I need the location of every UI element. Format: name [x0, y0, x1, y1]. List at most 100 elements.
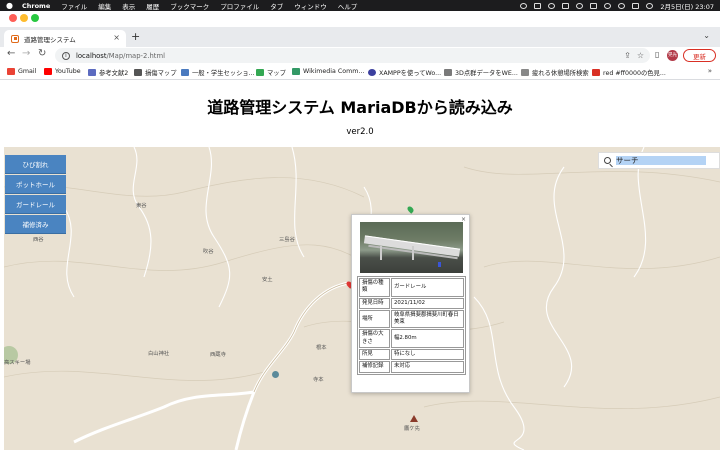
pointcloud-icon: [444, 69, 452, 76]
share-icon[interactable]: ⇪: [624, 51, 631, 60]
map-label-saizoji: 西蔵寺: [210, 352, 226, 358]
menu-file[interactable]: ファイル: [61, 1, 87, 11]
tab-title: 道路管理システム: [24, 35, 76, 44]
tab-close-icon[interactable]: ×: [113, 33, 120, 42]
bookmark-favicon-icon: [88, 69, 96, 76]
bookmarks-overflow-icon[interactable]: »: [708, 67, 712, 75]
timer-icon[interactable]: [576, 2, 584, 9]
table-row: 補修記録 未対応: [359, 361, 464, 373]
menu-bookmarks[interactable]: ブックマーク: [170, 1, 209, 11]
page-version: ver2.0: [346, 127, 374, 137]
found-date-key: 発見日時: [359, 297, 390, 309]
table-row: 所見 特になし: [359, 349, 464, 361]
wifi-icon[interactable]: [604, 2, 612, 9]
favicon-icon: [11, 34, 19, 43]
gmail-icon: [7, 68, 15, 75]
minimize-window-icon[interactable]: [20, 14, 28, 22]
menu-view[interactable]: 表示: [122, 1, 135, 11]
bookmark-maps[interactable]: マップ: [256, 68, 286, 77]
os-menubar: ● Chrome ファイル 編集 表示 履歴 ブックマーク プロファイル タブ …: [0, 0, 720, 11]
display-icon[interactable]: [534, 2, 542, 9]
maps-pin-icon: [256, 69, 264, 76]
damage-info-table: 損傷の種類 ガードレール 発見日時 2021/11/02 場所 岐阜県揖斐郡揖斐…: [357, 276, 466, 375]
menu-tab[interactable]: タブ: [270, 1, 283, 11]
apple-icon[interactable]: ●: [6, 1, 13, 10]
findings-value: 特になし: [391, 349, 464, 361]
filter-pothole-button[interactable]: ポットホール: [5, 175, 66, 194]
table-row: 損傷の大きさ 幅2.80m: [359, 329, 464, 349]
bookmark-star-icon[interactable]: ☆: [637, 51, 644, 60]
moon-icon[interactable]: [548, 2, 556, 9]
location-value: 岐阜県揖斐郡揖斐川町春日美束: [391, 309, 464, 329]
bookmark-youtube[interactable]: YouTube: [44, 68, 81, 75]
map-label-higashitani: 東谷: [136, 203, 147, 209]
map-view[interactable]: 東谷 吹谷 三島谷 西谷 白山神社 西蔵寺 根本 寺本 鷹ケ先 高スキー場 安土…: [4, 147, 720, 450]
filter-repaired-button[interactable]: 補修済み: [5, 215, 66, 234]
bookmark-student-session[interactable]: 一般・学生セッショ...: [181, 68, 255, 77]
damage-info-popup: × 損傷の種類 ガードレール 発見日時 2021/11/02 場所 岐阜県揖斐郡…: [351, 214, 470, 393]
repair-record-key: 補修記録: [359, 361, 390, 373]
menu-help[interactable]: ヘルプ: [338, 1, 358, 11]
table-row: 損傷の種類 ガードレール: [359, 278, 464, 297]
forward-arrow-icon[interactable]: →: [22, 48, 30, 59]
record-icon[interactable]: [520, 2, 528, 9]
back-arrow-icon[interactable]: ←: [7, 48, 15, 59]
menu-edit[interactable]: 編集: [98, 1, 111, 11]
map-search[interactable]: [598, 152, 720, 169]
search-icon[interactable]: [618, 2, 626, 9]
bookmark-wikimedia[interactable]: Wikimedia Comm...: [292, 68, 364, 75]
tab-road-management[interactable]: 道路管理システム ×: [4, 30, 126, 47]
dropbox-icon[interactable]: [562, 2, 570, 9]
bookmark-damage-map[interactable]: 損傷マップ: [134, 68, 176, 77]
browser-toolbar: ← → ↻ i localhost/Map/map-2.html ⇪ ☆ ▯: [0, 47, 720, 64]
globe-icon: [134, 69, 142, 76]
map-label-nishitani: 西谷: [33, 237, 44, 243]
document-icon: [521, 69, 529, 76]
siri-icon[interactable]: [646, 2, 654, 9]
bookmark-references[interactable]: 参考文献2: [88, 68, 128, 77]
site-info-icon[interactable]: i: [62, 51, 70, 60]
location-key: 場所: [359, 309, 390, 329]
search-input[interactable]: [616, 156, 706, 165]
menu-profiles[interactable]: プロファイル: [220, 1, 259, 11]
address-host: localhost: [76, 51, 107, 60]
menu-window[interactable]: ウィンドウ: [294, 1, 327, 11]
bookmarks-bar: Gmail YouTube 参考文献2 損傷マップ 一般・学生セッショ... マ…: [0, 64, 720, 80]
avatar[interactable]: 晃光: [667, 50, 678, 61]
filter-guardrail-button[interactable]: ガードレール: [5, 195, 66, 214]
damage-size-value: 幅2.80m: [391, 329, 464, 349]
table-row: 発見日時 2021/11/02: [359, 297, 464, 309]
window-titlebar: [0, 11, 720, 27]
status-area: 2月5日(日) 23:07: [520, 0, 714, 11]
damage-type-value: ガードレール: [391, 278, 464, 297]
bookmark-red-color[interactable]: red #ff0000の色見...: [592, 68, 666, 77]
update-button[interactable]: 更新: [683, 49, 716, 62]
zoom-window-icon[interactable]: [31, 14, 39, 22]
xampp-icon: [368, 69, 376, 76]
side-panel-icon[interactable]: ▯: [655, 50, 659, 59]
battery-icon[interactable]: [590, 2, 598, 9]
bookmark-pointcloud[interactable]: 3D点群データをWE...: [444, 68, 518, 77]
page-title: 道路管理システム MariaDBから読み込み: [207, 98, 513, 117]
map-label-ski-area: 高スキー場: [4, 360, 31, 366]
close-window-icon[interactable]: [9, 14, 17, 22]
document-icon: [181, 69, 189, 76]
new-tab-button[interactable]: +: [131, 30, 140, 43]
bookmark-rest-area[interactable]: 疲れる休憩場所検索: [521, 68, 589, 77]
menubar-clock[interactable]: 2月5日(日) 23:07: [660, 1, 714, 11]
map-label-hakusan-shrine: 白山神社: [148, 351, 170, 357]
menu-app[interactable]: Chrome: [22, 2, 50, 10]
reload-icon[interactable]: ↻: [38, 48, 46, 59]
location-marker[interactable]: [272, 371, 279, 378]
menu-history[interactable]: 履歴: [146, 1, 159, 11]
bookmark-gmail[interactable]: Gmail: [7, 68, 36, 75]
map-label-nemoto: 根本: [316, 345, 327, 351]
wikimedia-icon: [292, 68, 300, 75]
filter-crack-button[interactable]: ひび割れ: [5, 155, 66, 174]
tab-search-chevron-icon[interactable]: ⌄: [703, 31, 710, 40]
found-date-value: 2021/11/02: [391, 297, 464, 309]
control-center-icon[interactable]: [632, 2, 640, 9]
bookmark-xampp[interactable]: XAMPPを使ってWo...: [368, 68, 441, 77]
search-icon: [604, 157, 611, 164]
address-bar[interactable]: i localhost/Map/map-2.html ⇪ ☆: [55, 48, 650, 63]
